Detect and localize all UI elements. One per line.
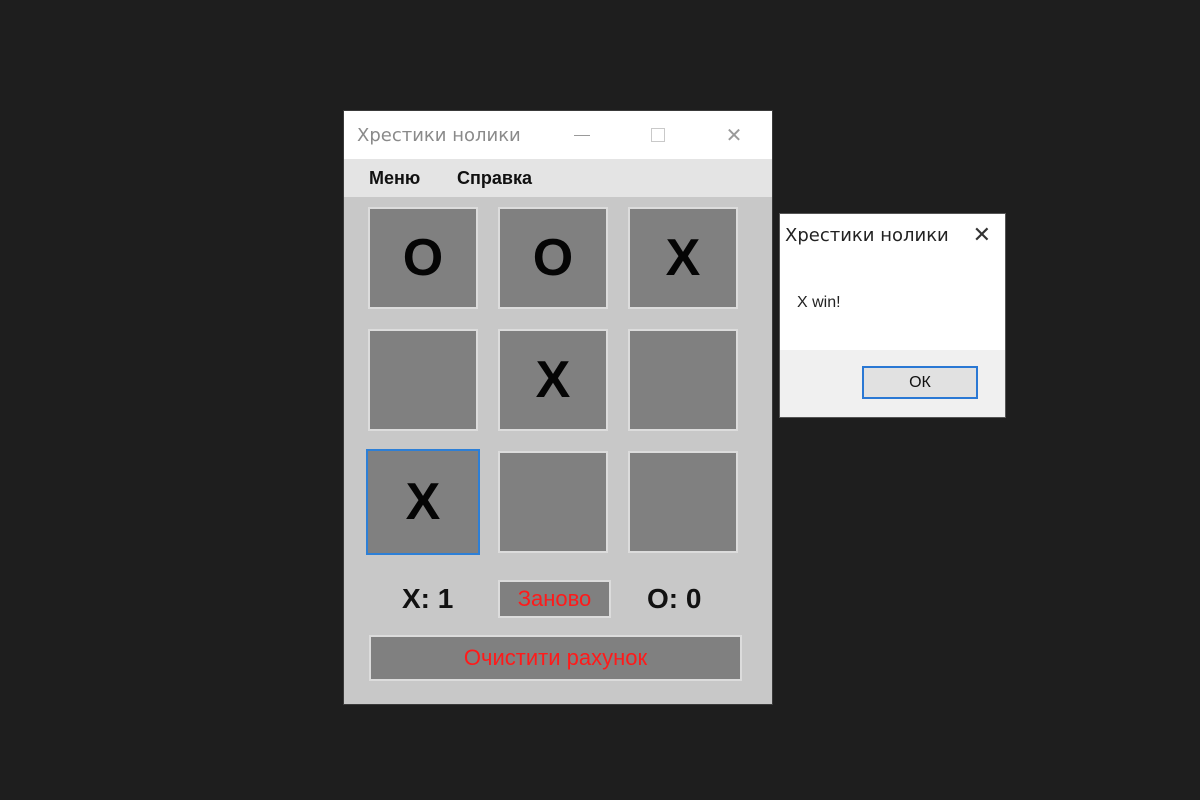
board-cell-focused[interactable]: X xyxy=(366,449,480,555)
game-window: Хрестики нолики ✕ Меню Справка O O X X X… xyxy=(344,111,772,704)
dialog-body: X win! xyxy=(780,256,1005,350)
title-bar: Хрестики нолики ✕ xyxy=(344,111,772,159)
board-cell[interactable]: O xyxy=(498,207,608,309)
board-cell[interactable] xyxy=(498,451,608,553)
dialog-title-bar: Хрестики нолики ✕ xyxy=(780,214,1005,256)
maximize-button[interactable] xyxy=(628,111,688,159)
menu-bar: Меню Справка xyxy=(344,159,772,197)
board-cell[interactable]: X xyxy=(628,207,738,309)
restart-button[interactable]: Заново xyxy=(498,580,611,618)
board-cell[interactable] xyxy=(628,329,738,431)
menu-item-help[interactable]: Справка xyxy=(457,168,532,189)
menu-item-menu[interactable]: Меню xyxy=(369,168,420,189)
close-button[interactable]: ✕ xyxy=(704,111,764,159)
board-cell[interactable]: X xyxy=(498,329,608,431)
dialog-close-icon[interactable]: ✕ xyxy=(973,222,991,248)
minimize-button[interactable] xyxy=(552,111,612,159)
maximize-icon xyxy=(651,128,665,142)
score-x: X: 1 xyxy=(402,583,454,614)
ok-button[interactable]: ОК xyxy=(862,366,978,399)
board-cell[interactable] xyxy=(628,451,738,553)
minimize-icon xyxy=(574,134,590,136)
dialog-title: Хрестики нолики xyxy=(785,225,949,246)
score-o: O: 0 xyxy=(647,583,702,614)
message-dialog: Хрестики нолики ✕ X win! ОК xyxy=(780,214,1005,417)
board-cell[interactable]: O xyxy=(368,207,478,309)
window-title: Хрестики нолики xyxy=(357,125,521,146)
dialog-message: X win! xyxy=(797,294,841,311)
board-cell[interactable] xyxy=(368,329,478,431)
clear-score-button[interactable]: Очистити рахунок xyxy=(369,635,742,681)
game-board: O O X X X xyxy=(366,207,742,557)
close-icon: ✕ xyxy=(725,124,743,147)
